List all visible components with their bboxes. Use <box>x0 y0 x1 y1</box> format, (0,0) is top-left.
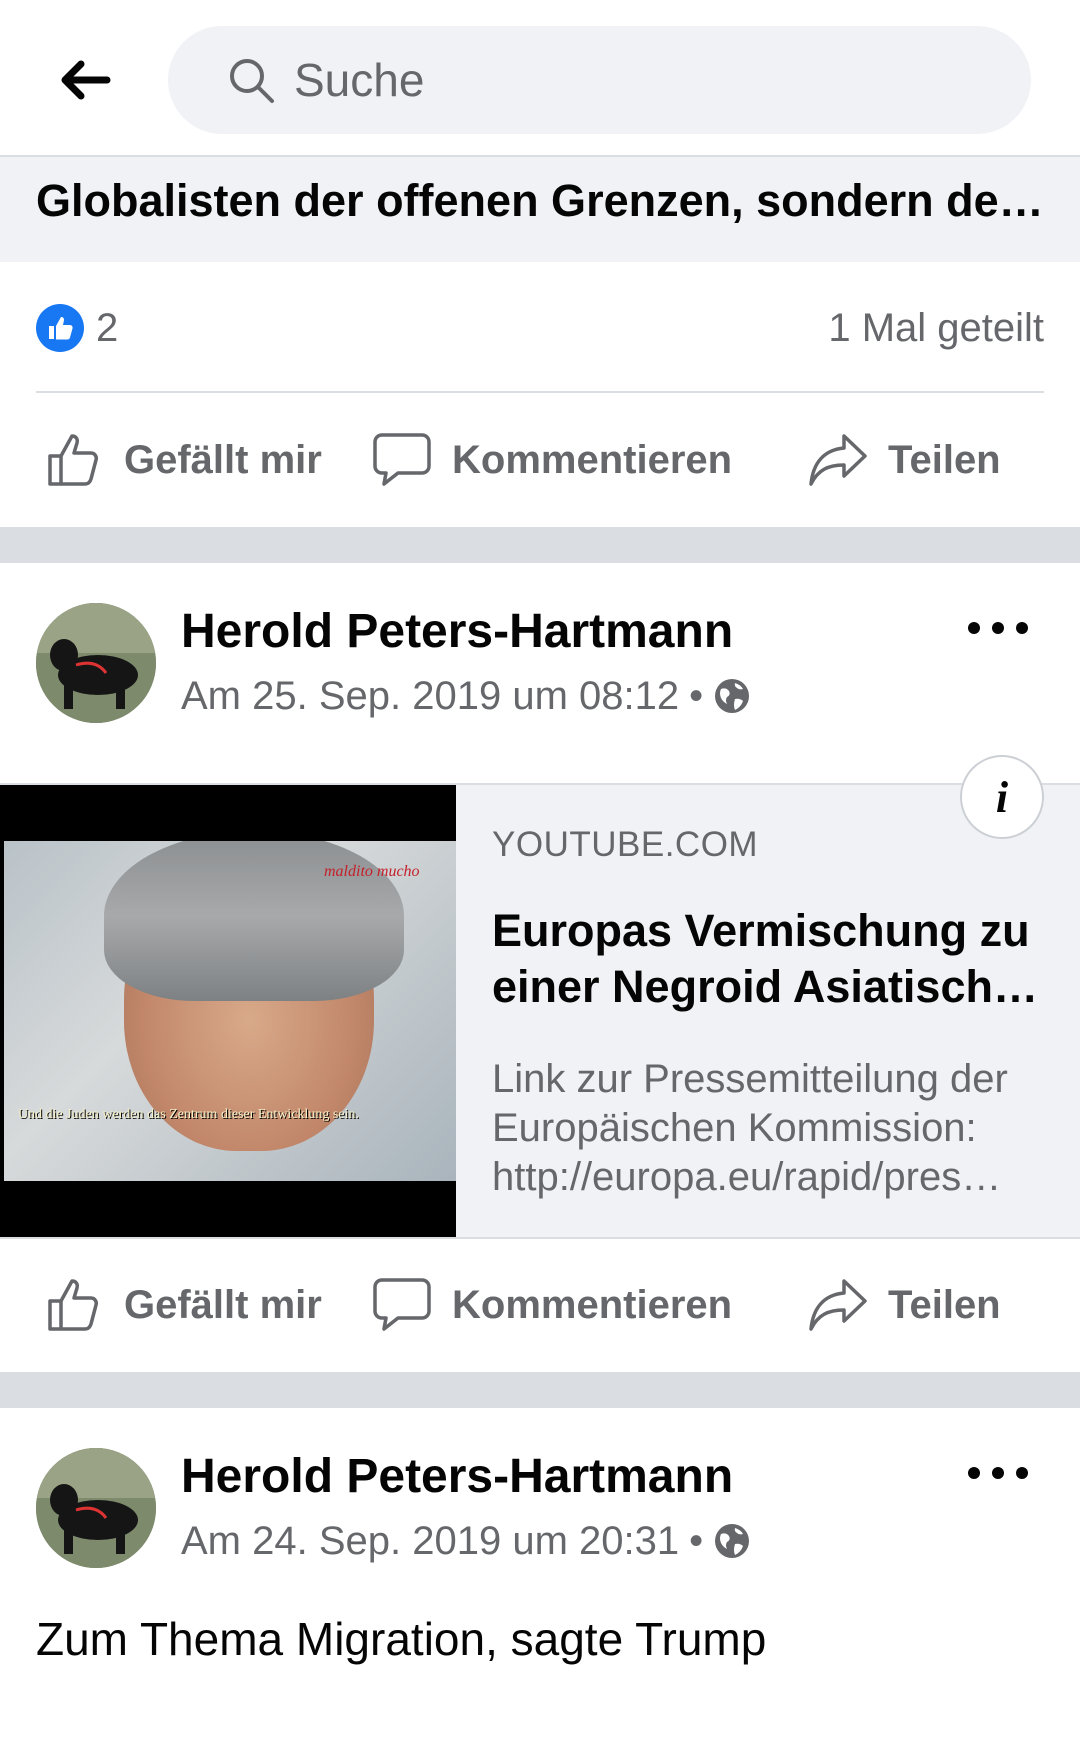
thumbnail-frame: maldito mucho Und die Juden werden das Z… <box>4 841 456 1181</box>
share-arrow-icon <box>809 434 867 486</box>
comment-bubble-icon <box>373 433 431 486</box>
meta-dot: • <box>689 1519 704 1563</box>
feed-separator <box>0 1372 1080 1408</box>
like-label: Gefällt mir <box>124 1282 322 1327</box>
like-button[interactable]: Gefällt mir <box>46 395 322 525</box>
more-dot-icon <box>968 1467 980 1479</box>
back-button[interactable] <box>52 50 118 110</box>
share-count[interactable]: 1 Mal geteilt <box>828 304 1044 352</box>
comment-bubble-icon <box>373 1278 431 1331</box>
video-thumbnail[interactable]: maldito mucho Und die Juden werden das Z… <box>0 785 456 1237</box>
more-dot-icon <box>992 1467 1004 1479</box>
link-description: Link zur Pressemitteilung der Europäisch… <box>492 1055 1052 1202</box>
link-title-line: Europas Vermischung zu <box>492 905 1030 956</box>
post-timestamp[interactable]: Am 24. Sep. 2019 um 20:31 <box>181 1516 679 1566</box>
share-label: Teilen <box>888 1282 1001 1327</box>
comment-label: Kommentieren <box>452 437 733 482</box>
arrow-left-icon <box>61 60 111 100</box>
post-header: Herold Peters-Hartmann Am 24. Sep. 2019 … <box>0 1408 1080 1598</box>
post-meta: Am 25. Sep. 2019 um 08:12 • <box>181 671 751 721</box>
feed-separator <box>0 527 1080 563</box>
share-arrow-icon <box>809 1279 867 1331</box>
author-name[interactable]: Herold Peters-Hartmann <box>181 603 733 661</box>
link-title-line: einer Negroid Asiatisch… <box>492 961 1038 1012</box>
reaction-count[interactable]: 2 <box>96 304 118 352</box>
post-meta: Am 24. Sep. 2019 um 20:31 • <box>181 1516 751 1566</box>
avatar[interactable] <box>36 603 156 723</box>
like-button[interactable]: Gefällt mir <box>46 1240 322 1370</box>
link-preview-card[interactable]: maldito mucho Und die Juden werden das Z… <box>0 755 1080 1239</box>
author-name[interactable]: Herold Peters-Hartmann <box>181 1448 733 1506</box>
more-dot-icon <box>968 622 980 634</box>
reaction-stats: 2 1 Mal geteilt <box>36 262 1044 393</box>
thumbs-up-icon <box>48 1279 98 1331</box>
action-bar: Gefällt mir Kommentieren Teilen <box>0 395 1080 525</box>
info-button[interactable]: i <box>960 755 1044 839</box>
avatar[interactable] <box>36 1448 156 1568</box>
search-input[interactable]: Suche <box>168 26 1031 134</box>
more-dot-icon <box>1016 622 1028 634</box>
share-button[interactable]: Teilen <box>808 1240 1001 1370</box>
comment-button[interactable]: Kommentieren <box>372 395 732 525</box>
comment-label: Kommentieren <box>452 1282 733 1327</box>
prev-link-title: Globalisten der offenen Grenzen, sondern… <box>36 175 1044 226</box>
more-options-button[interactable] <box>968 1458 1028 1488</box>
comment-button[interactable]: Kommentieren <box>372 1240 732 1370</box>
share-label: Teilen <box>888 437 1001 482</box>
top-bar: Suche <box>0 0 1080 157</box>
share-button[interactable]: Teilen <box>808 395 1001 525</box>
prev-link-preview[interactable]: Globalisten der offenen Grenzen, sondern… <box>0 157 1080 262</box>
more-dot-icon <box>1016 1467 1028 1479</box>
globe-icon <box>715 679 750 713</box>
more-options-button[interactable] <box>968 613 1028 643</box>
like-label: Gefällt mir <box>124 437 322 482</box>
thumbs-up-icon <box>48 434 98 486</box>
post-header: Herold Peters-Hartmann Am 25. Sep. 2019 … <box>0 563 1080 753</box>
action-bar: Gefällt mir Kommentieren Teilen <box>0 1240 1080 1370</box>
post-timestamp[interactable]: Am 25. Sep. 2019 um 08:12 <box>181 671 679 721</box>
link-description-line: Europäischen Kommission: <box>492 1106 977 1150</box>
link-description-line: http://europa.eu/rapid/pres… <box>492 1155 1002 1199</box>
post-text: Zum Thema Migration, sagte Trump <box>36 1613 767 1665</box>
like-reaction-icon[interactable] <box>36 304 84 352</box>
search-icon <box>226 55 276 105</box>
more-dot-icon <box>992 622 1004 634</box>
link-title: Europas Vermischung zu einer Negroid Asi… <box>492 903 1052 1015</box>
meta-dot: • <box>689 674 704 718</box>
globe-icon <box>715 1524 750 1558</box>
thumbnail-watermark: maldito mucho <box>324 863 420 880</box>
link-domain: YOUTUBE.COM <box>492 825 759 864</box>
search-placeholder: Suche <box>294 54 425 106</box>
thumbnail-subtitle: Und die Juden werden das Zentrum dieser … <box>18 1107 359 1122</box>
link-description-line: Link zur Pressemitteilung der <box>492 1057 1008 1101</box>
